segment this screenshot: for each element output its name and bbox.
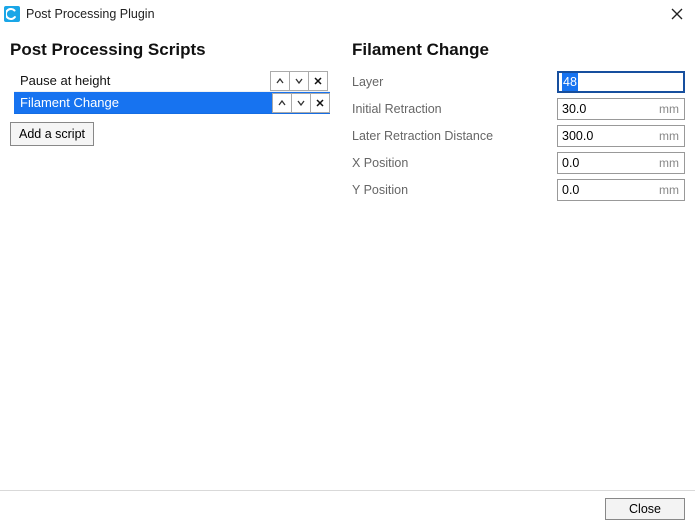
window-title: Post Processing Plugin <box>26 7 155 21</box>
chevron-up-icon <box>278 100 286 106</box>
x-icon <box>316 99 324 107</box>
scripts-panel-title: Post Processing Scripts <box>10 40 330 60</box>
later-retraction-input-wrap: mm <box>557 125 685 147</box>
field-label: X Position <box>352 156 557 170</box>
unit-label: mm <box>659 183 684 197</box>
move-up-button[interactable] <box>270 71 290 91</box>
app-icon <box>4 6 20 22</box>
initial-retraction-input[interactable] <box>558 102 659 116</box>
script-row-pause-at-height[interactable]: Pause at height <box>14 70 330 92</box>
unit-label: mm <box>659 102 684 116</box>
x-icon <box>314 77 322 85</box>
initial-retraction-input-wrap: mm <box>557 98 685 120</box>
close-icon <box>671 8 683 20</box>
add-script-button[interactable]: Add a script <box>10 122 94 146</box>
script-row-filament-change[interactable]: Filament Change <box>14 92 330 114</box>
script-label: Filament Change <box>20 95 272 110</box>
remove-button[interactable] <box>308 71 328 91</box>
titlebar-left: Post Processing Plugin <box>4 6 155 22</box>
layer-input-wrap: 48 <box>557 71 685 93</box>
field-row-later-retraction: Later Retraction Distance mm <box>352 124 685 148</box>
y-position-input[interactable] <box>558 183 659 197</box>
field-label: Later Retraction Distance <box>352 129 557 143</box>
scripts-panel: Post Processing Scripts Pause at height <box>10 40 330 490</box>
x-position-input-wrap: mm <box>557 152 685 174</box>
columns: Post Processing Scripts Pause at height <box>0 28 695 490</box>
script-label: Pause at height <box>20 73 270 88</box>
field-label: Initial Retraction <box>352 102 557 116</box>
field-row-x-position: X Position mm <box>352 151 685 175</box>
unit-label: mm <box>659 156 684 170</box>
settings-panel: Filament Change Layer 48 Initial Retract… <box>352 40 685 490</box>
move-down-button[interactable] <box>289 71 309 91</box>
remove-button[interactable] <box>310 93 330 113</box>
script-row-buttons <box>272 93 330 113</box>
field-row-y-position: Y Position mm <box>352 178 685 202</box>
chevron-up-icon <box>276 78 284 84</box>
script-row-buttons <box>270 71 328 91</box>
dialog-body: Post Processing Scripts Pause at height <box>0 28 695 526</box>
close-button[interactable]: Close <box>605 498 685 520</box>
move-up-button[interactable] <box>272 93 292 113</box>
window-close-button[interactable] <box>665 2 689 26</box>
field-row-initial-retraction: Initial Retraction mm <box>352 97 685 121</box>
chevron-down-icon <box>295 78 303 84</box>
unit-label: mm <box>659 129 684 143</box>
field-row-layer: Layer 48 <box>352 70 685 94</box>
layer-input[interactable]: 48 <box>562 73 578 91</box>
field-label: Layer <box>352 75 557 89</box>
chevron-down-icon <box>297 100 305 106</box>
window-titlebar: Post Processing Plugin <box>0 0 695 28</box>
later-retraction-input[interactable] <box>558 129 659 143</box>
x-position-input[interactable] <box>558 156 659 170</box>
move-down-button[interactable] <box>291 93 311 113</box>
field-label: Y Position <box>352 183 557 197</box>
settings-panel-title: Filament Change <box>352 40 685 60</box>
dialog-footer: Close <box>0 490 695 526</box>
y-position-input-wrap: mm <box>557 179 685 201</box>
scripts-list: Pause at height Filament C <box>10 70 330 114</box>
